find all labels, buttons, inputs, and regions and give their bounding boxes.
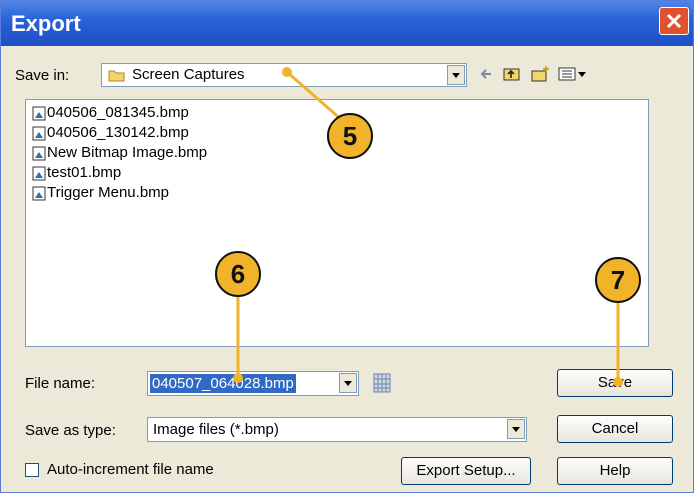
callout-pointer	[233, 373, 243, 383]
callout-lines	[236, 70, 620, 381]
callout-pointer	[282, 67, 292, 77]
callout-badge: 7	[595, 257, 641, 303]
callout-pointer	[613, 377, 623, 387]
export-dialog: Export Save in: Screen Captures 040506_0…	[0, 0, 694, 493]
callout-badge: 5	[327, 113, 373, 159]
callout-badge: 6	[215, 251, 261, 297]
